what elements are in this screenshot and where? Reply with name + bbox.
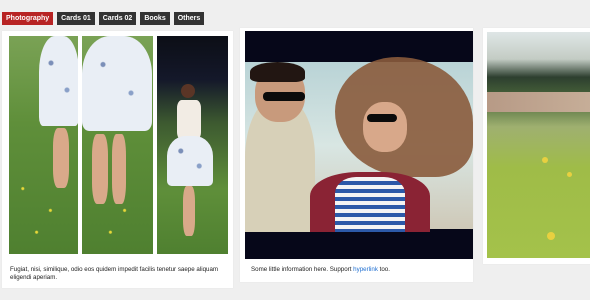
caption-text-end: too. [377,266,390,273]
flower-shape [542,157,548,163]
leg-shape [183,186,195,236]
leg-shape [53,128,69,188]
dress-shape [167,136,213,186]
dress-shape [82,36,152,131]
hair-shape [250,62,305,82]
leg-shape [112,134,126,204]
path-shape [487,92,590,112]
face-shape [363,102,407,152]
photo-strip-2[interactable] [82,36,153,254]
photo-background [245,57,473,232]
leg-shape [92,134,108,204]
caption-text: Some little information here. Support [251,266,354,273]
flower-shape [547,232,555,240]
photo-couple[interactable] [245,31,473,259]
flower-shape [567,172,572,177]
card-2-caption: Some little information here. Support hy… [251,266,465,274]
sunglasses-shape [367,114,397,122]
photo-strip-1[interactable] [9,36,78,254]
sunglasses-shape [263,92,305,101]
portfolio-card-1[interactable]: Fugiat, nisi, similique, odio eos quidem… [2,31,233,288]
filter-cards-02[interactable]: Cards 02 [98,12,137,25]
filter-books[interactable]: Books [140,12,170,25]
filter-bar: Photography Cards 01 Cards 02 Books Othe… [2,12,205,25]
hyperlink[interactable]: hyperlink [353,266,378,273]
head-shape [181,84,195,98]
portfolio-card-2[interactable]: Some little information here. Support hy… [240,28,473,282]
striped-shirt-shape [335,177,405,232]
card-1-caption: Fugiat, nisi, similique, odio eos quidem… [10,266,219,281]
dress-shape [39,36,78,126]
filter-photography[interactable]: Photography [2,12,54,25]
filter-cards-01[interactable]: Cards 01 [57,12,95,25]
portfolio-card-3[interactable] [483,28,590,264]
photo-meadow[interactable] [487,32,590,258]
filter-others[interactable]: Others [173,12,205,25]
photo-strip-3[interactable] [157,36,228,254]
blouse-shape [177,100,201,140]
